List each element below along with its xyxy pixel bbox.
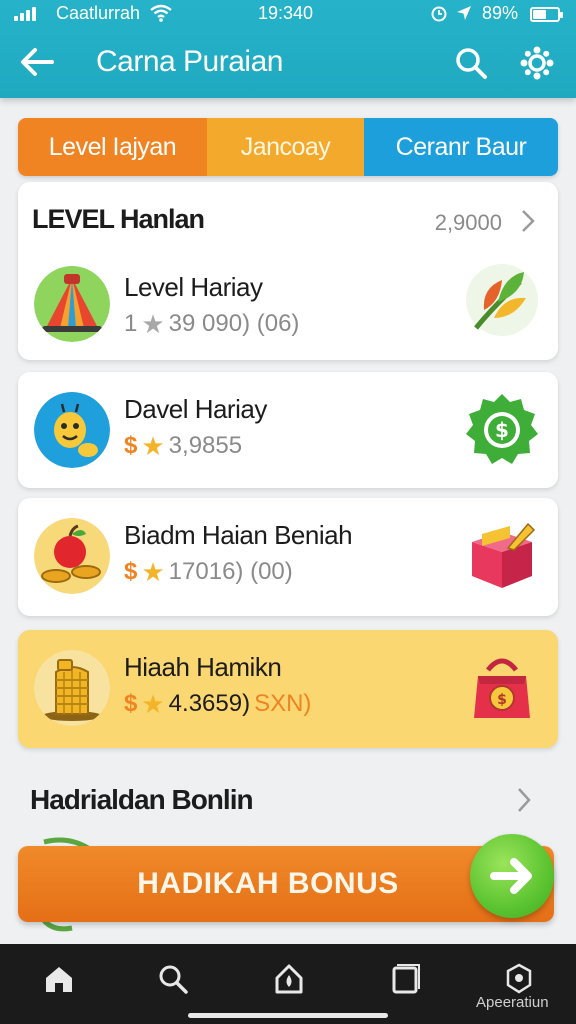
home-indicator[interactable]: [188, 1013, 388, 1018]
list-item[interactable]: Hiaah Hamikn $ ★ 4.3659) SXN) $: [18, 630, 558, 748]
gift-box-icon: [464, 518, 540, 594]
page-title: Carna Puraian: [96, 45, 283, 78]
item-meta: $ ★ 17016) (00): [124, 558, 293, 586]
search-icon: [456, 48, 487, 79]
location-icon: [457, 6, 471, 20]
meta-prefix: $: [124, 558, 138, 585]
status-bar: Caatlurrah 19:340 89%: [0, 0, 576, 28]
star-icon: ★: [141, 689, 165, 719]
tab-jancoay[interactable]: Jancoay: [207, 118, 364, 176]
back-button[interactable]: [18, 44, 58, 80]
app-bar: Carna Puraian: [0, 30, 576, 94]
home-icon: [46, 967, 72, 992]
item-title: Biadm Haian Beniah: [124, 520, 353, 550]
status-time: 19:340: [258, 3, 314, 23]
square-icon: [392, 964, 420, 994]
nav-square[interactable]: [382, 956, 428, 1002]
meta-prefix: $: [124, 432, 138, 459]
meta-suffix: SXN): [254, 690, 312, 717]
app-icon: [506, 963, 532, 994]
battery-percent: 89%: [482, 3, 519, 23]
meta-value: 39 090) (06): [168, 310, 300, 337]
wifi-icon: [150, 4, 172, 22]
star-icon: ★: [141, 557, 165, 587]
coin-seal-icon: $: [464, 392, 540, 468]
mascot-icon: [34, 392, 110, 468]
tab-level[interactable]: Level Iajyan: [18, 118, 207, 176]
apple-coins-icon: [34, 518, 110, 594]
nav-search[interactable]: [150, 956, 196, 1002]
star-icon: ★: [141, 309, 165, 339]
alarm-icon: [431, 6, 447, 22]
item-title: Davel Hariay: [124, 394, 267, 424]
money-bag-icon: $: [464, 650, 540, 726]
settings-button[interactable]: [518, 44, 556, 82]
bottom-nav: Apeeratiun: [0, 944, 576, 1024]
app-header: Caatlurrah 19:340 89% Carna Puraian: [0, 0, 576, 98]
tent-icon: [34, 266, 110, 342]
list-item[interactable]: Davel Hariay $ ★ 3,9855 $: [18, 372, 558, 488]
list-item[interactable]: Biadm Haian Beniah $ ★ 17016) (00): [18, 498, 558, 616]
signal-icon: [14, 7, 36, 21]
svg-text:$: $: [495, 418, 509, 442]
search-button[interactable]: [452, 44, 490, 82]
svg-text:$: $: [497, 692, 507, 708]
chevron-right-icon[interactable]: [516, 786, 532, 814]
nav-home[interactable]: [36, 956, 82, 1002]
meta-value: 3,9855: [168, 432, 243, 459]
meta-value: 4.3659): [168, 690, 251, 717]
item-title: Hiaah Hamikn: [124, 652, 282, 682]
chevron-right-icon[interactable]: [520, 208, 536, 234]
back-arrow-icon: [21, 48, 54, 76]
section-title: LEVEL Hanlan: [32, 204, 205, 234]
item-title: Level Hariay: [124, 272, 263, 302]
nav-drop[interactable]: [266, 956, 312, 1002]
leaf-icon: [464, 262, 540, 338]
go-button[interactable]: [470, 834, 554, 918]
item-meta: $ ★ 3,9855: [124, 432, 242, 460]
battery-icon: [530, 7, 563, 22]
bonus-button-label: HADIKAH BONUS: [137, 867, 399, 900]
tab-ceranr[interactable]: Ceranr Baur: [364, 118, 558, 176]
nav-label: Apeeratiun: [476, 994, 549, 1011]
meta-value: 17016) (00): [168, 558, 293, 585]
search-icon: [159, 965, 188, 994]
carrier-name: Caatlurrah: [56, 3, 141, 23]
tab-bar: Level Iajyan Jancoay Ceranr Baur: [18, 118, 558, 176]
settings-icon: [520, 46, 554, 80]
section-value: 2,9000: [434, 210, 502, 235]
star-icon: ★: [141, 431, 165, 461]
meta-prefix: 1: [124, 310, 138, 337]
bonus-heading: Hadrialdan Bonlin: [30, 784, 254, 815]
drop-icon: [275, 964, 303, 994]
coin-stack-icon: [34, 650, 110, 726]
arrow-right-icon: [490, 858, 532, 894]
level-card[interactable]: LEVEL Hanlan 2,9000 Level Hariay 1 ★ 39 …: [18, 182, 558, 360]
meta-prefix: $: [124, 690, 138, 717]
item-meta: 1 ★ 39 090) (06): [124, 310, 299, 338]
item-meta: $ ★ 4.3659) SXN): [124, 690, 311, 718]
